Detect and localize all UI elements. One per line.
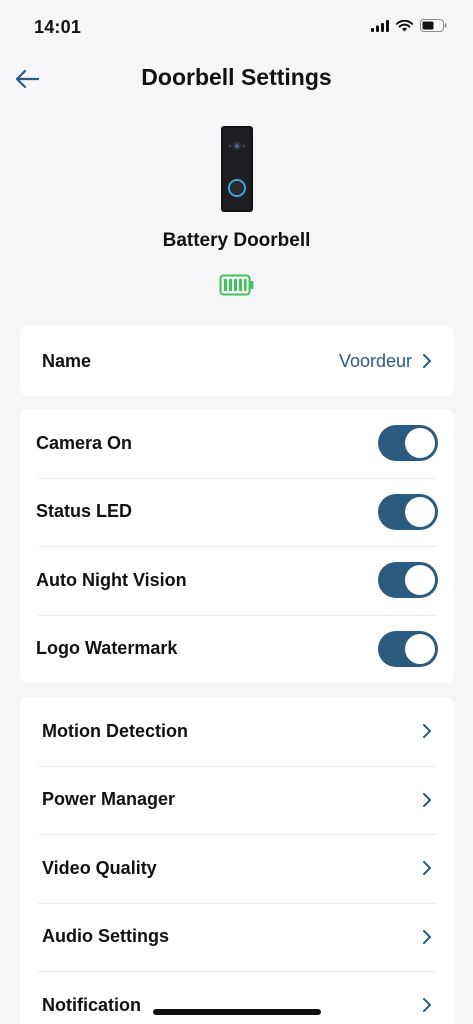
menu-item-label: Video Quality [42,857,157,878]
chevron-right-icon [422,860,432,876]
menu-item-audio-settings[interactable]: Audio Settings [20,902,454,972]
menu-item-motion-detection[interactable]: Motion Detection [20,697,454,766]
toggle-row-status-led: Status LED [20,477,454,547]
menu-item-label: Audio Settings [42,926,169,947]
status-bar: 14:01 [0,0,473,56]
toggle-label: Status LED [36,501,133,522]
logo-watermark-toggle[interactable] [378,630,438,667]
chevron-right-icon [422,929,432,945]
menu-item-label: Power Manager [42,789,176,810]
chevron-right-icon [422,997,432,1013]
name-label: Name [42,350,92,371]
toggle-knob [405,633,435,664]
status-icons [371,19,447,32]
name-value: Voordeur [338,350,412,371]
name-card: Name Voordeur [20,326,454,396]
chevron-right-icon [422,723,432,739]
toggle-label: Logo Watermark [36,638,178,659]
nav-bar: Doorbell Settings [0,56,473,102]
device-header: Battery Doorbell [0,124,473,296]
status-time: 14:01 [34,17,82,37]
status-led-toggle[interactable] [378,493,438,530]
menu-item-video-quality[interactable]: Video Quality [20,834,454,903]
chevron-right-icon [422,353,432,369]
toggle-knob [405,428,435,459]
toggle-label: Auto Night Vision [36,569,187,590]
wifi-icon [396,19,413,31]
name-row[interactable]: Name Voordeur [20,326,454,396]
toggle-knob [405,565,435,596]
toggle-knob [405,496,435,527]
device-name: Battery Doorbell [162,230,311,251]
battery-status-icon [420,19,447,32]
toggle-row-logo-watermark: Logo Watermark [20,614,454,684]
doorbell-device-image [220,126,253,212]
menu-item-label: Motion Detection [42,720,188,741]
toggle-label: Camera On [36,432,133,453]
home-indicator[interactable] [153,1009,321,1015]
chevron-right-icon [422,792,432,808]
toggle-row-auto-night-vision: Auto Night Vision [20,546,454,615]
settings-menu-card: Motion Detection Power Manager Video Qua… [20,697,454,1024]
menu-item-notification[interactable]: Notification [20,971,454,1024]
menu-item-power-manager[interactable]: Power Manager [20,765,454,835]
auto-night-vision-toggle[interactable] [378,562,438,599]
toggles-card: Camera On Status LED Auto Night Vision L… [20,409,454,683]
camera-on-toggle[interactable] [378,425,438,462]
cellular-signal-icon [371,19,389,32]
battery-full-icon [219,274,254,296]
toggle-row-camera-on: Camera On [20,409,454,478]
page-title: Doorbell Settings [141,64,332,90]
